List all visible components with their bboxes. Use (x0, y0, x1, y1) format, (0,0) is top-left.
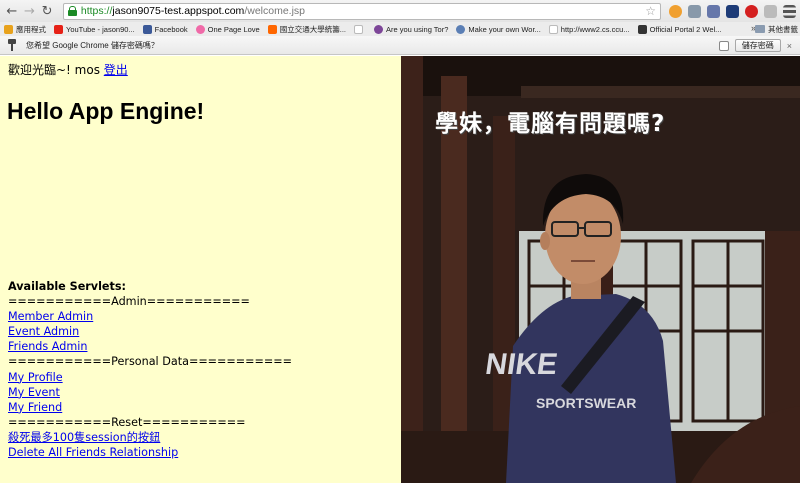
friends-admin-link[interactable]: Friends Admin (8, 339, 292, 354)
bookmark-label: http://www2.cs.ccu... (560, 24, 630, 34)
welcome-text: 歡迎光臨~! mos (8, 63, 104, 77)
infobar-message: 您希望 Google Chrome 儲存密碼嗎？ (26, 40, 159, 50)
svg-text:NIKE: NIKE (483, 348, 559, 381)
browser-toolbar: ← → ↻ https://jason9075-test.appspot.com… (0, 0, 800, 22)
kill-sessions-link[interactable]: 殺死最多100隻session的按鈕 (8, 430, 292, 445)
extension-node-icon[interactable] (725, 4, 739, 18)
page-icon (354, 24, 363, 34)
url-path: /welcome.jsp (244, 5, 306, 17)
forward-icon[interactable]: → (22, 3, 38, 19)
extension-opera-icon[interactable] (744, 4, 758, 18)
my-event-link[interactable]: My Event (8, 385, 292, 400)
reset-separator: ===========Reset=========== (8, 415, 246, 429)
bookmark-label: 國立交通大學統籌... (279, 24, 346, 34)
bookmark-youtube[interactable]: YouTube - jason90... (54, 24, 135, 34)
event-admin-link[interactable]: Event Admin (8, 324, 292, 339)
address-bar[interactable]: https://jason9075-test.appspot.com/welco… (62, 2, 661, 20)
back-icon[interactable]: ← (4, 3, 20, 19)
member-admin-link[interactable]: Member Admin (8, 309, 292, 324)
servlets-list: Available Servlets: ===========Admin====… (8, 279, 292, 460)
left-panel: 歡迎光臨~! mos 登出 Hello App Engine! Availabl… (0, 56, 401, 483)
bookmark-blank[interactable] (354, 24, 366, 34)
delete-friends-link[interactable]: Delete All Friends Relationship (8, 445, 292, 460)
bookmark-label: Official Portal 2 Wel... (649, 24, 722, 34)
bookmark-label: Facebook (154, 24, 188, 34)
extension-pen-icon[interactable] (687, 4, 701, 18)
menu-icon[interactable] (782, 4, 796, 18)
bookmark-portal2[interactable]: Official Portal 2 Wel... (637, 24, 722, 34)
portal-icon (637, 24, 647, 34)
bookmark-label: 應用程式 (16, 24, 46, 34)
servlets-heading: Available Servlets: (8, 280, 127, 293)
nctu-icon (267, 24, 277, 34)
bookmark-one-page-love[interactable]: One Page Love (195, 24, 260, 34)
extension-camera-icon[interactable] (763, 4, 777, 18)
extensions-area (668, 4, 796, 18)
apps-grid-icon (4, 24, 13, 34)
profile-photo: NIKE SPORTSWEAR 學妹，電腦有問題嗎? (401, 56, 800, 483)
extension-face-icon[interactable] (668, 4, 682, 18)
youtube-icon (54, 24, 63, 34)
photo-caption: 學妹，電腦有問題嗎? (435, 111, 666, 137)
bookmarks-bar: 應用程式 YouTube - jason90... Facebook One P… (0, 22, 800, 36)
bookmark-label: One Page Love (207, 24, 260, 34)
bookmark-ccu[interactable]: http://www2.cs.ccu... (548, 24, 630, 34)
svg-text:SPORTSWEAR: SPORTSWEAR (536, 395, 636, 411)
other-bookmarks-label: 其他書籤 (768, 24, 798, 34)
save-password-button[interactable]: 儲存密碼 (734, 39, 781, 52)
personal-data-separator: ===========Personal Data=========== (8, 355, 293, 369)
bookmark-label: Are you using Tor? (386, 24, 449, 34)
bookmark-facebook[interactable]: Facebook (142, 24, 188, 34)
folder-icon (755, 25, 765, 33)
bookmark-make-your-own[interactable]: Make your own Wor... (456, 24, 541, 34)
reload-icon[interactable]: ↻ (39, 3, 55, 19)
other-bookmarks[interactable]: 其他書籤 (755, 22, 798, 36)
facebook-icon (142, 24, 152, 34)
url-host: jason9075-test.appspot.com (112, 5, 245, 17)
my-friend-link[interactable]: My Friend (8, 400, 292, 415)
globe-icon (456, 24, 466, 34)
bookmark-label: YouTube - jason90... (66, 24, 135, 34)
bookmark-label: Make your own Wor... (468, 24, 541, 34)
url-scheme: https:// (80, 5, 113, 17)
bookmark-star-icon[interactable]: ☆ (645, 4, 656, 18)
logout-link[interactable]: 登出 (104, 63, 128, 77)
tor-icon (374, 24, 383, 34)
bookmark-nctu[interactable]: 國立交通大學統籌... (267, 24, 346, 35)
page-content: 歡迎光臨~! mos 登出 Hello App Engine! Availabl… (0, 56, 800, 483)
bookmark-apps[interactable]: 應用程式 (4, 24, 46, 35)
extension-key-icon[interactable] (706, 4, 720, 18)
key-icon (8, 39, 16, 51)
never-save-checkbox[interactable] (718, 40, 729, 51)
admin-separator: ===========Admin=========== (8, 295, 250, 309)
bookmark-tor[interactable]: Are you using Tor? (374, 24, 449, 34)
lock-icon (67, 6, 77, 16)
welcome-line: 歡迎光臨~! mos 登出 (8, 61, 128, 78)
page-icon (548, 24, 558, 34)
heart-icon (195, 24, 205, 34)
close-infobar-icon[interactable]: × (787, 41, 792, 51)
my-profile-link[interactable]: My Profile (8, 370, 292, 385)
save-password-infobar: 您希望 Google Chrome 儲存密碼嗎？ 儲存密碼 × (0, 36, 800, 55)
page-title: Hello App Engine! (7, 98, 205, 124)
